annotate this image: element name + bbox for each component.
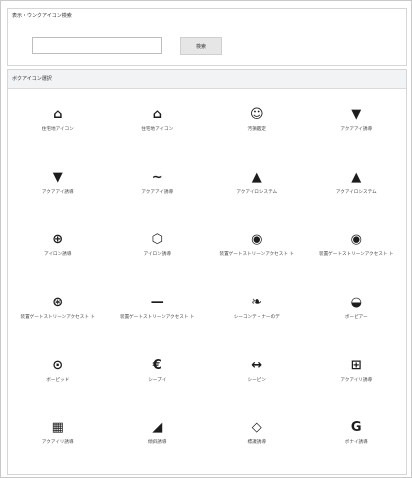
list-header: ボクアイコン選択 — [8, 70, 406, 89]
icon-option[interactable]: € シープイ — [108, 347, 208, 410]
icon-option[interactable]: ⊞ アクアイリ誘導 — [307, 347, 407, 410]
grid-circle-icon: ⊕ — [52, 232, 64, 248]
icon-option-label: シーピン — [247, 377, 266, 383]
triangle-solid-icon: ▲ — [251, 169, 262, 185]
icon-option-label: 傾斜誘導 — [148, 440, 167, 446]
list-header-label: ボクアイコン選択 — [12, 76, 52, 82]
icon-option-label: 汚損鑑定 — [247, 127, 266, 132]
icon-option[interactable]: ◇ 標識誘導 — [207, 409, 307, 472]
ramp-icon: ◢ — [152, 420, 163, 436]
house-solid-icon: ⌂ — [152, 107, 162, 122]
icon-option[interactable]: ↔ シーピン — [207, 347, 307, 410]
icon-option-label: 装置ゲートストリーンアクセスト ト — [219, 252, 294, 258]
waterfall-icon: ▼ — [351, 107, 362, 122]
icon-option-label: ボーピアー — [344, 315, 368, 320]
icon-option[interactable]: ☺ 汚損鑑定 — [207, 96, 307, 159]
icon-option[interactable]: ◉ 装置ゲートストリーンアクセスト ト — [307, 221, 407, 284]
binoculars-icon: ⊙ — [52, 357, 64, 373]
icon-option[interactable]: G ボナイ誘導 — [307, 409, 407, 472]
icon-option-label: 装置ゲートストリーンアクセスト ト — [119, 315, 195, 320]
search-button[interactable]: 検索 — [180, 37, 222, 55]
icon-option-label: アクアアイ誘導 — [141, 189, 174, 195]
arrows-icon: ↔ — [251, 357, 263, 373]
person-circle-2-icon: ◉ — [350, 232, 362, 248]
icon-option-label: アクアアイ誘導 — [340, 127, 373, 132]
g-letter-icon: G — [350, 420, 362, 436]
icon-option-label: アクアイリ誘導 — [340, 377, 373, 383]
search-panel-title: 表示・ウンクアイコン検索 — [12, 13, 72, 19]
grid-square-icon: ⊞ — [350, 357, 362, 373]
icon-option[interactable]: — 装置ゲートストリーンアクセスト ト — [108, 284, 208, 347]
icon-option[interactable]: ❧ シーコンテ・ナーのデ — [207, 284, 307, 347]
leaf-icon: ❧ — [251, 295, 263, 310]
cup-icon: ◒ — [350, 295, 362, 310]
icon-option[interactable]: ◒ ボーピアー — [307, 284, 407, 347]
icon-option[interactable]: ◉ 装置ゲートストリーンアクセスト ト — [207, 221, 307, 284]
icon-option[interactable]: ◢ 傾斜誘導 — [108, 409, 208, 472]
icon-option[interactable]: ▼ アクアアイ誘導 — [8, 159, 108, 222]
icon-option[interactable]: ⬡ アイロン誘導 — [108, 221, 208, 284]
app-frame: 表示・ウンクアイコン検索 検索 ボクアイコン選択 ⌂ 住宅地アイコン ⌂ 住宅地アイコ… — [0, 0, 412, 478]
home-icon: ⌂ — [53, 107, 63, 122]
icon-option-label: ボナイ誘導 — [344, 440, 368, 446]
icon-option[interactable]: ∼ アクアアイ誘導 — [108, 159, 208, 222]
icon-option[interactable]: ⌂ 住宅地アイコン — [108, 96, 208, 159]
icon-option-label: シーコンテ・ナーのデ — [233, 315, 280, 320]
icon-option-label: アクアアイ誘導 — [41, 189, 74, 195]
icon-grid: ⌂ 住宅地アイコン ⌂ 住宅地アイコン ☺ 汚損鑑定 ▼ アクアアイ誘導 ▼ アクアアイ誘導 ∼ アク… — [8, 96, 406, 472]
tiles-icon: ▦ — [51, 420, 64, 436]
person-circle-icon: ◉ — [251, 232, 263, 248]
wave-icon: ∼ — [151, 169, 163, 185]
icon-option[interactable]: ⊛ 装置ゲートストリーンアクセスト ト — [8, 284, 108, 347]
dash-icon: — — [150, 295, 164, 310]
search-input[interactable] — [32, 37, 162, 54]
icon-option-label: 装置ゲートストリーンアクセスト ト — [20, 315, 95, 320]
icon-option-label: アクアイロシステム — [335, 189, 377, 195]
icon-option[interactable]: ⌂ 住宅地アイコン — [8, 96, 108, 159]
c-letter-icon: € — [152, 357, 162, 373]
icon-option-label: ボーピッド — [46, 377, 70, 383]
circle-face-icon: ☺ — [249, 107, 264, 122]
icon-option[interactable]: ⊕ アイロン誘導 — [8, 221, 108, 284]
icon-option-label: 標識誘導 — [247, 440, 266, 446]
search-panel: 表示・ウンクアイコン検索 検索 — [7, 8, 407, 66]
triangle-outline-icon: ▲ — [351, 169, 362, 185]
icon-option-label: アイロン誘導 — [143, 252, 171, 258]
icon-option[interactable]: ⊙ ボーピッド — [8, 347, 108, 410]
icon-option-label: アクアイロシステム — [236, 189, 278, 195]
globe-icon: ⊛ — [52, 295, 64, 310]
icon-option-label: アクアイリ誘導 — [41, 440, 74, 446]
icon-list-panel: ボクアイコン選択 ⌂ 住宅地アイコン ⌂ 住宅地アイコン ☺ 汚損鑑定 ▼ アクアアイ誘導 ▼ ア… — [7, 69, 407, 475]
icon-option-label: シープイ — [148, 377, 167, 383]
icon-option-label: 住宅地アイコン — [41, 127, 74, 132]
waterfall-small-icon: ▼ — [52, 169, 63, 185]
icon-option[interactable]: ▦ アクアイリ誘導 — [8, 409, 108, 472]
icon-option-label: 住宅地アイコン — [141, 127, 174, 132]
icon-option[interactable]: ▲ アクアイロシステム — [307, 159, 407, 222]
icon-option-label: 装置ゲートストリーンアクセスト ト — [318, 252, 394, 258]
icon-option[interactable]: ▲ アクアイロシステム — [207, 159, 307, 222]
icon-option-label: アイロン誘導 — [44, 252, 72, 258]
icon-option[interactable]: ▼ アクアアイ誘導 — [307, 96, 407, 159]
diamond-icon: ◇ — [251, 420, 262, 436]
hexagon-icon: ⬡ — [151, 232, 163, 248]
